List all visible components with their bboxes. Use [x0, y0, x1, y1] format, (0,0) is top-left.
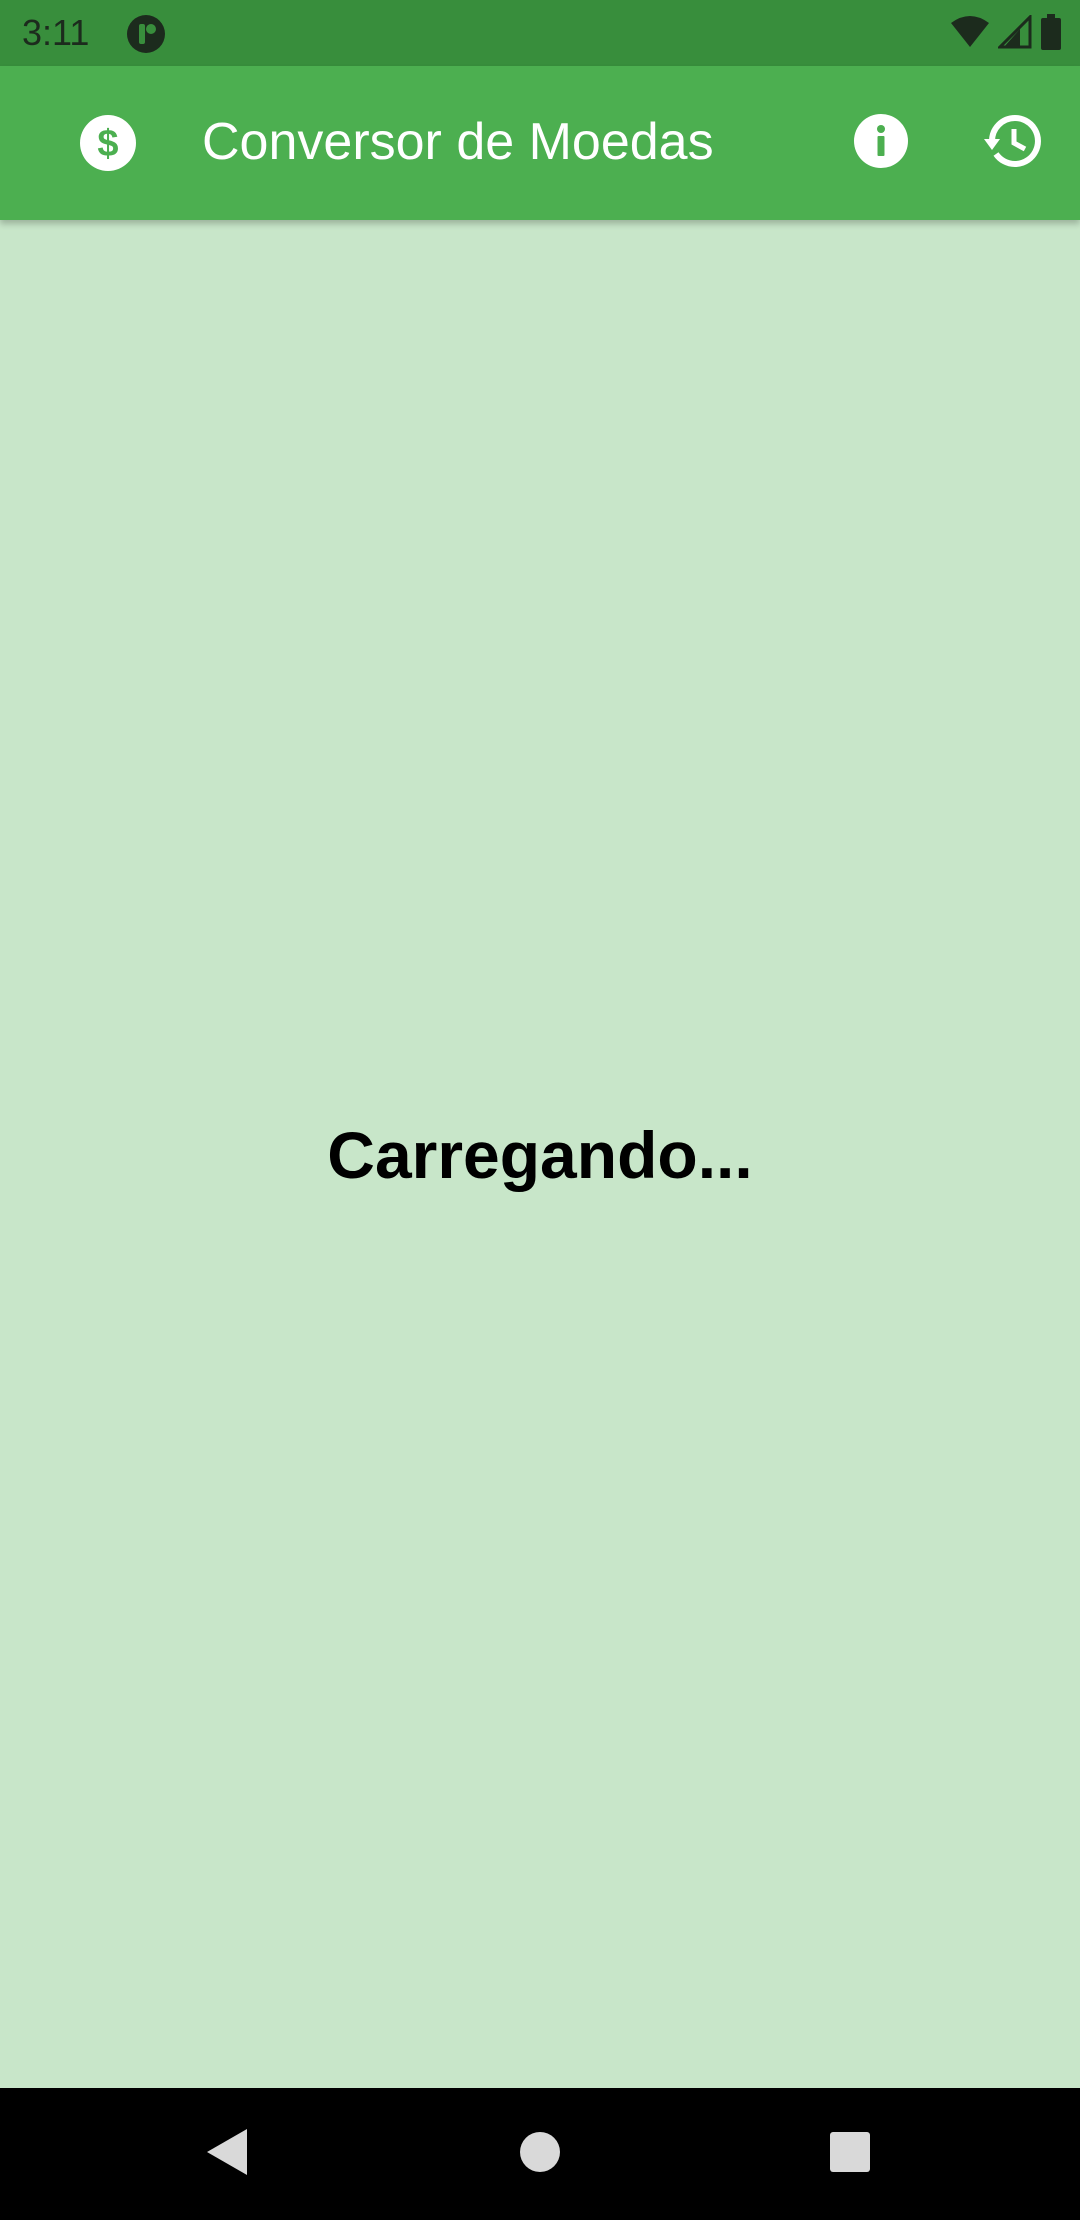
status-time: 3:11: [22, 12, 90, 53]
svg-text:$: $: [97, 123, 118, 165]
info-button[interactable]: [843, 105, 919, 181]
dollar-circle-icon: $: [79, 114, 137, 172]
back-button[interactable]: [186, 2114, 266, 2194]
signal-icon: [996, 12, 1032, 54]
app-title: Conversor de Moedas: [202, 113, 714, 171]
battery-icon: [1040, 13, 1062, 55]
recents-button[interactable]: [810, 2114, 890, 2194]
navigation-bar: [0, 2088, 1080, 2220]
recents-icon: [829, 2131, 871, 2178]
notification-icon: [126, 14, 166, 54]
loading-text: Carregando...: [327, 1118, 753, 1192]
info-icon: [853, 113, 909, 174]
back-icon: [203, 2127, 249, 2182]
history-button[interactable]: [975, 105, 1051, 181]
app-bar: $ Conversor de Moedas: [0, 66, 1080, 220]
history-icon: [984, 112, 1042, 175]
app-screen: 3:11 $ Conversor de Moedas Carregando...: [0, 0, 1080, 2220]
home-button[interactable]: [500, 2114, 580, 2194]
home-icon: [519, 2131, 561, 2178]
status-icons: [950, 12, 1062, 55]
status-bar: 3:11: [0, 0, 1080, 66]
wifi-icon: [950, 15, 990, 54]
